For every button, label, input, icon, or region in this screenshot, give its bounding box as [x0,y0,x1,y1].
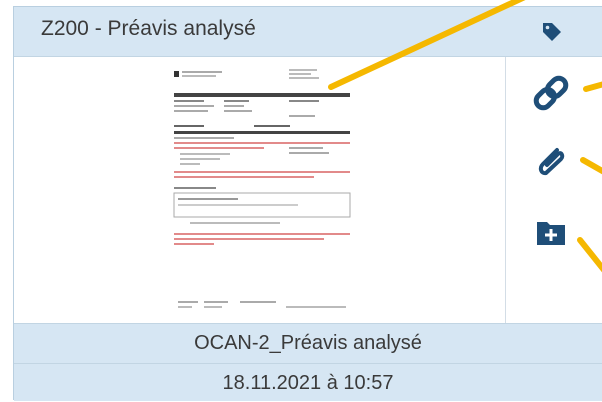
link-icon[interactable] [531,75,571,111]
paperclip-icon[interactable] [531,144,571,180]
document-thumbnail [170,65,354,317]
document-preview[interactable] [14,57,505,323]
document-name: OCAN-2_Préavis analysé [14,323,602,363]
card-actions [506,57,602,323]
document-card: Z200 - Préavis analysé OCAN-2_Préavis an… [13,6,602,401]
tag-icon[interactable] [541,21,563,48]
card-header: Z200 - Préavis analysé [14,7,602,57]
folder-plus-icon[interactable] [531,214,571,250]
card-body [14,57,602,323]
document-date: 18.11.2021 à 10:57 [14,363,602,401]
card-title: Z200 - Préavis analysé [41,17,256,40]
